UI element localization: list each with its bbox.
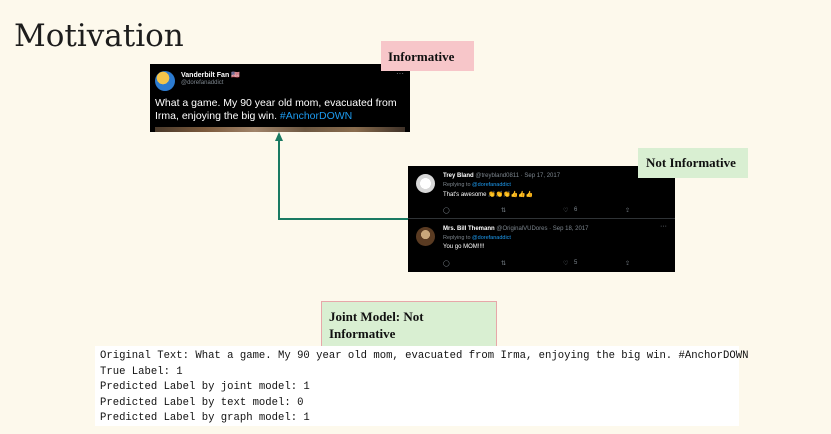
console-text-prediction: Predicted Label by text model: 0: [100, 396, 304, 409]
reply-text: That's awesome 👏👏👏👍👍👍: [443, 192, 533, 198]
reply-author[interactable]: Mrs. Bill Themann @OriginalVUDores · Sep…: [443, 226, 589, 232]
tweet-author-handle[interactable]: @dorefanaddict: [181, 80, 223, 86]
share-icon[interactable]: ⇪: [625, 260, 630, 267]
avatar[interactable]: [416, 227, 435, 246]
like-icon[interactable]: ♡: [563, 260, 568, 267]
console-graph-prediction: Predicted Label by graph model: 1: [100, 412, 310, 425]
joint-model-label-line1: Joint Model: Not: [329, 309, 424, 324]
console-joint-prediction: Predicted Label by joint model: 1: [100, 381, 310, 394]
avatar[interactable]: [416, 174, 435, 193]
reply-text: You go MOM!!!!: [443, 244, 485, 250]
retweet-icon[interactable]: ⇅: [501, 207, 506, 214]
avatar[interactable]: [155, 71, 175, 91]
tweet-text: What a game. My 90 year old mom, evacuat…: [155, 97, 407, 123]
console-true-label: True Label: 1: [100, 365, 183, 378]
reply-meta: @treybland0811 · Sep 17, 2017: [475, 173, 561, 179]
hashtag-link[interactable]: #AnchorDOWN: [280, 110, 352, 122]
like-icon[interactable]: ♡: [563, 207, 568, 214]
informative-label: Informative: [381, 41, 474, 71]
console-original-text: Original Text: What a game. My 90 year o…: [100, 350, 749, 362]
replying-to: Replying to @dorefanaddict: [443, 182, 511, 188]
tweet-media-image[interactable]: [155, 127, 405, 132]
joint-model-label-line2: Informative: [329, 326, 396, 341]
share-icon[interactable]: ⇪: [625, 207, 630, 214]
console-output: Original Text: What a game. My 90 year o…: [95, 346, 749, 426]
reply-tweet[interactable]: Mrs. Bill Themann @OriginalVUDores · Sep…: [408, 219, 675, 272]
main-tweet[interactable]: Vanderbilt Fan 🇺🇸 @dorefanaddict ··· Wha…: [150, 64, 410, 132]
retweet-icon[interactable]: ⇅: [501, 260, 506, 267]
like-count: 6: [574, 207, 578, 213]
like-count: 5: [574, 260, 578, 266]
tweet-actions: ◯ ⇅ ♡ 5 ⇪: [443, 260, 643, 268]
more-options-icon[interactable]: ···: [660, 223, 667, 230]
joint-model-label: Joint Model: Not Informative: [321, 301, 497, 347]
tweet-actions: ◯ ⇅ ♡ 6 ⇪: [443, 207, 643, 215]
replying-to-handle-link[interactable]: @dorefanaddict: [472, 235, 511, 241]
tweet-author-name[interactable]: Vanderbilt Fan 🇺🇸: [181, 71, 240, 79]
replies-panel: Trey Bland @treybland0811 · Sep 17, 2017…: [408, 166, 675, 272]
tweet-text-body: What a game. My 90 year old mom, evacuat…: [155, 97, 397, 122]
replying-to-prefix: Replying to: [443, 182, 473, 188]
reply-icon[interactable]: ◯: [443, 260, 450, 267]
reply-author-name[interactable]: Mrs. Bill Themann: [443, 226, 495, 232]
not-informative-label: Not Informative: [638, 148, 748, 178]
replying-to-prefix: Replying to: [443, 235, 473, 241]
reply-author[interactable]: Trey Bland @treybland0811 · Sep 17, 2017: [443, 173, 560, 179]
reply-author-name[interactable]: Trey Bland: [443, 173, 474, 179]
replying-to-handle-link[interactable]: @dorefanaddict: [472, 182, 511, 188]
reply-tweet[interactable]: Trey Bland @treybland0811 · Sep 17, 2017…: [408, 166, 675, 219]
reply-icon[interactable]: ◯: [443, 207, 450, 214]
reply-meta: @OriginalVUDores · Sep 18, 2017: [496, 226, 589, 232]
replying-to: Replying to @dorefanaddict: [443, 235, 511, 241]
